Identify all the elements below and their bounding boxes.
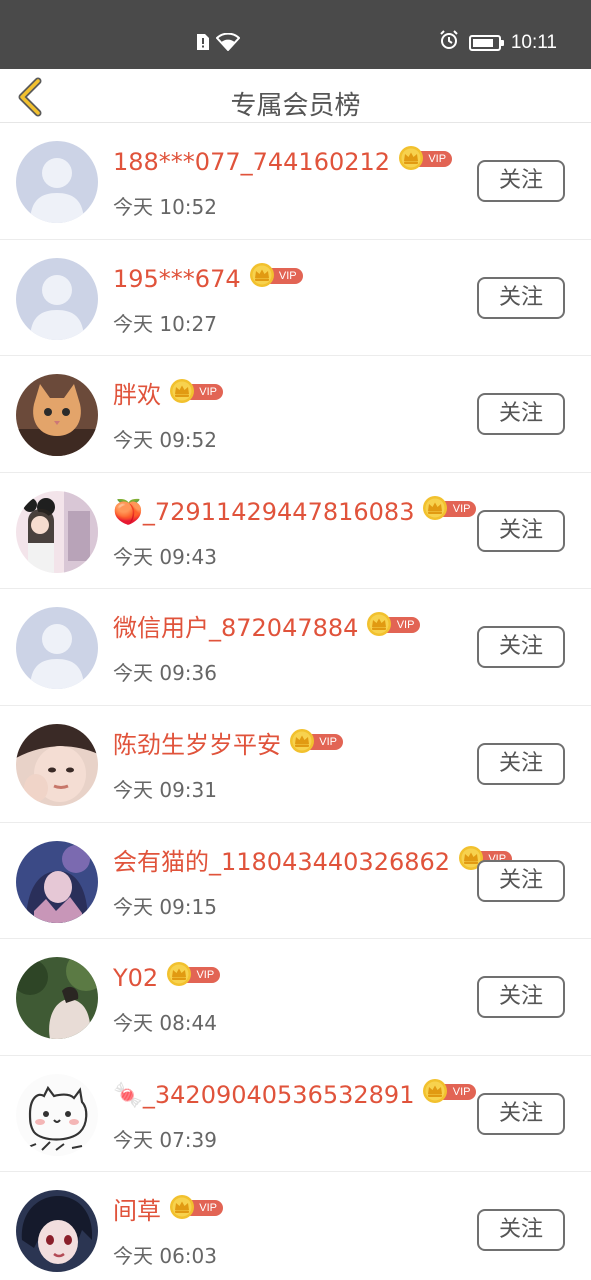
visit-time: 今天 10:27 — [113, 311, 217, 336]
crown-icon — [169, 1194, 195, 1220]
status-icons-right: 10:11 — [439, 30, 557, 56]
username[interactable]: 陈劲生岁岁平安 — [113, 730, 281, 760]
name-line: Y02 VIP — [113, 961, 221, 993]
username[interactable]: 胖欢 — [113, 380, 161, 410]
visit-time: 今天 09:52 — [113, 428, 217, 453]
vip-badge: VIP — [169, 378, 223, 404]
visit-time: 今天 09:43 — [113, 544, 217, 569]
crown-icon — [249, 262, 275, 288]
follow-button[interactable]: 关注 — [477, 859, 565, 902]
member-row[interactable]: 微信用户_872047884 VIP 今天 09:36 关注 — [0, 589, 591, 706]
visit-time: 今天 06:03 — [113, 1244, 217, 1269]
follow-button[interactable]: 关注 — [477, 393, 565, 436]
name-line: 🍬_342090405365328​91 VIP — [113, 1078, 477, 1110]
default-avatar-image — [16, 141, 98, 223]
status-bar: 10:11 — [0, 0, 591, 69]
anime-photo-image — [16, 1190, 98, 1273]
wifi-icon — [215, 32, 241, 55]
status-time: 10:11 — [510, 32, 557, 53]
username[interactable]: 🍬_342090405365328​91 — [113, 1080, 414, 1110]
follow-button[interactable]: 关注 — [477, 509, 565, 552]
alarm-icon — [439, 30, 459, 56]
member-row[interactable]: 188***077_744160212 VIP 今天 10:52 关注 — [0, 123, 591, 240]
username[interactable]: 🍑_729114294478​16083 — [113, 497, 414, 527]
name-line: 🍑_729114294478​16083 VIP — [113, 495, 477, 527]
member-list: 188***077_744160212 VIP 今天 10:52 关注 195***67… — [0, 123, 591, 1280]
crown-icon — [422, 1078, 448, 1104]
cartoon-sketch-image — [16, 1073, 98, 1156]
crown-icon — [166, 961, 192, 987]
follow-button[interactable]: 关注 — [477, 160, 565, 202]
crown-icon — [422, 495, 448, 521]
username[interactable]: 195***674 — [113, 264, 241, 294]
name-line: 188***077_744160212 VIP — [113, 145, 453, 177]
nature-photo-image — [16, 957, 98, 1040]
visit-time: 今天 10:52 — [113, 195, 217, 219]
name-line: 胖欢 VIP — [113, 378, 223, 410]
crown-icon — [289, 728, 315, 754]
username[interactable]: 188***077_744160212 — [113, 147, 390, 177]
follow-button[interactable]: 关注 — [477, 976, 565, 1019]
battery-icon — [468, 35, 504, 51]
follow-button[interactable]: 关注 — [477, 626, 565, 669]
avatar[interactable] — [16, 374, 98, 457]
follow-button[interactable]: 关注 — [477, 1092, 565, 1135]
avatar[interactable] — [16, 957, 98, 1040]
vip-badge: VIP — [169, 1194, 223, 1220]
avatar[interactable] — [16, 607, 98, 690]
member-row[interactable]: 195***674 VIP 今天 10:27 关注 — [0, 240, 591, 357]
crown-icon — [169, 378, 195, 404]
name-line: 会有猫的_118043440326862 VIP — [113, 845, 513, 877]
navigation-bar: 专属会员榜 — [0, 69, 591, 123]
status-icons-left — [196, 32, 241, 55]
default-avatar-image — [16, 257, 98, 340]
visit-time: 今天 09:31 — [113, 777, 217, 802]
visit-time: 今天 09:36 — [113, 661, 217, 686]
crown-icon — [398, 145, 424, 171]
visit-time: 今天 09:15 — [113, 894, 217, 919]
name-line: 间草 VIP — [113, 1194, 223, 1226]
username[interactable]: 间草 — [113, 1196, 161, 1226]
vip-badge: VIP — [166, 961, 221, 987]
avatar[interactable] — [16, 1073, 98, 1156]
sim-alert-icon — [196, 33, 210, 55]
follow-button[interactable]: 关注 — [477, 1209, 565, 1252]
member-row[interactable]: 🍑_729114294478​16083 VIP 今天 09:43 关注 — [0, 473, 591, 590]
username[interactable]: Y02 — [113, 963, 158, 993]
member-row[interactable]: 会有猫的_118043440326862 VIP 今天 09:15 关注 — [0, 823, 591, 940]
vip-badge: VIP — [398, 145, 453, 171]
follow-button[interactable]: 关注 — [477, 742, 565, 785]
name-line: 陈劲生岁岁平安 VIP — [113, 728, 343, 760]
vip-badge: VIP — [422, 1078, 477, 1104]
avatar[interactable] — [16, 141, 98, 223]
avatar[interactable] — [16, 490, 98, 573]
vip-badge: VIP — [366, 611, 421, 637]
vip-badge: VIP — [249, 262, 303, 288]
illustration-photo-image — [16, 840, 98, 923]
name-line: 195***674 VIP — [113, 262, 303, 294]
name-line: 微信用户_872047884 VIP — [113, 611, 421, 643]
avatar[interactable] — [16, 257, 98, 340]
face-photo-image — [16, 723, 98, 806]
member-row[interactable]: 陈劲生岁岁平安 VIP 今天 09:31 关注 — [0, 706, 591, 823]
vip-badge: VIP — [422, 495, 477, 521]
visit-time: 今天 08:44 — [113, 1011, 217, 1036]
avatar[interactable] — [16, 723, 98, 806]
follow-button[interactable]: 关注 — [477, 276, 565, 319]
member-row[interactable]: Y02 VIP 今天 08:44 关注 — [0, 939, 591, 1056]
avatar[interactable] — [16, 840, 98, 923]
username[interactable]: 会有猫的_118043440326862 — [113, 847, 450, 877]
page-title: 专属会员榜 — [230, 91, 361, 121]
username[interactable]: 微信用户_872047884 — [113, 613, 358, 643]
member-row[interactable]: 胖欢 VIP 今天 09:52 关注 — [0, 356, 591, 473]
vip-badge: VIP — [289, 728, 343, 754]
visit-time: 今天 07:39 — [113, 1127, 217, 1152]
default-avatar-image — [16, 607, 98, 690]
avatar[interactable] — [16, 1190, 98, 1273]
girl-photo-image — [16, 490, 98, 573]
member-row[interactable]: 🍬_342090405365328​91 VIP 今天 07:39 关注 — [0, 1056, 591, 1173]
crown-icon — [366, 611, 392, 637]
cat-photo-image — [16, 374, 98, 457]
member-row[interactable]: 间草 VIP 今天 06:03 关注 — [0, 1172, 591, 1280]
